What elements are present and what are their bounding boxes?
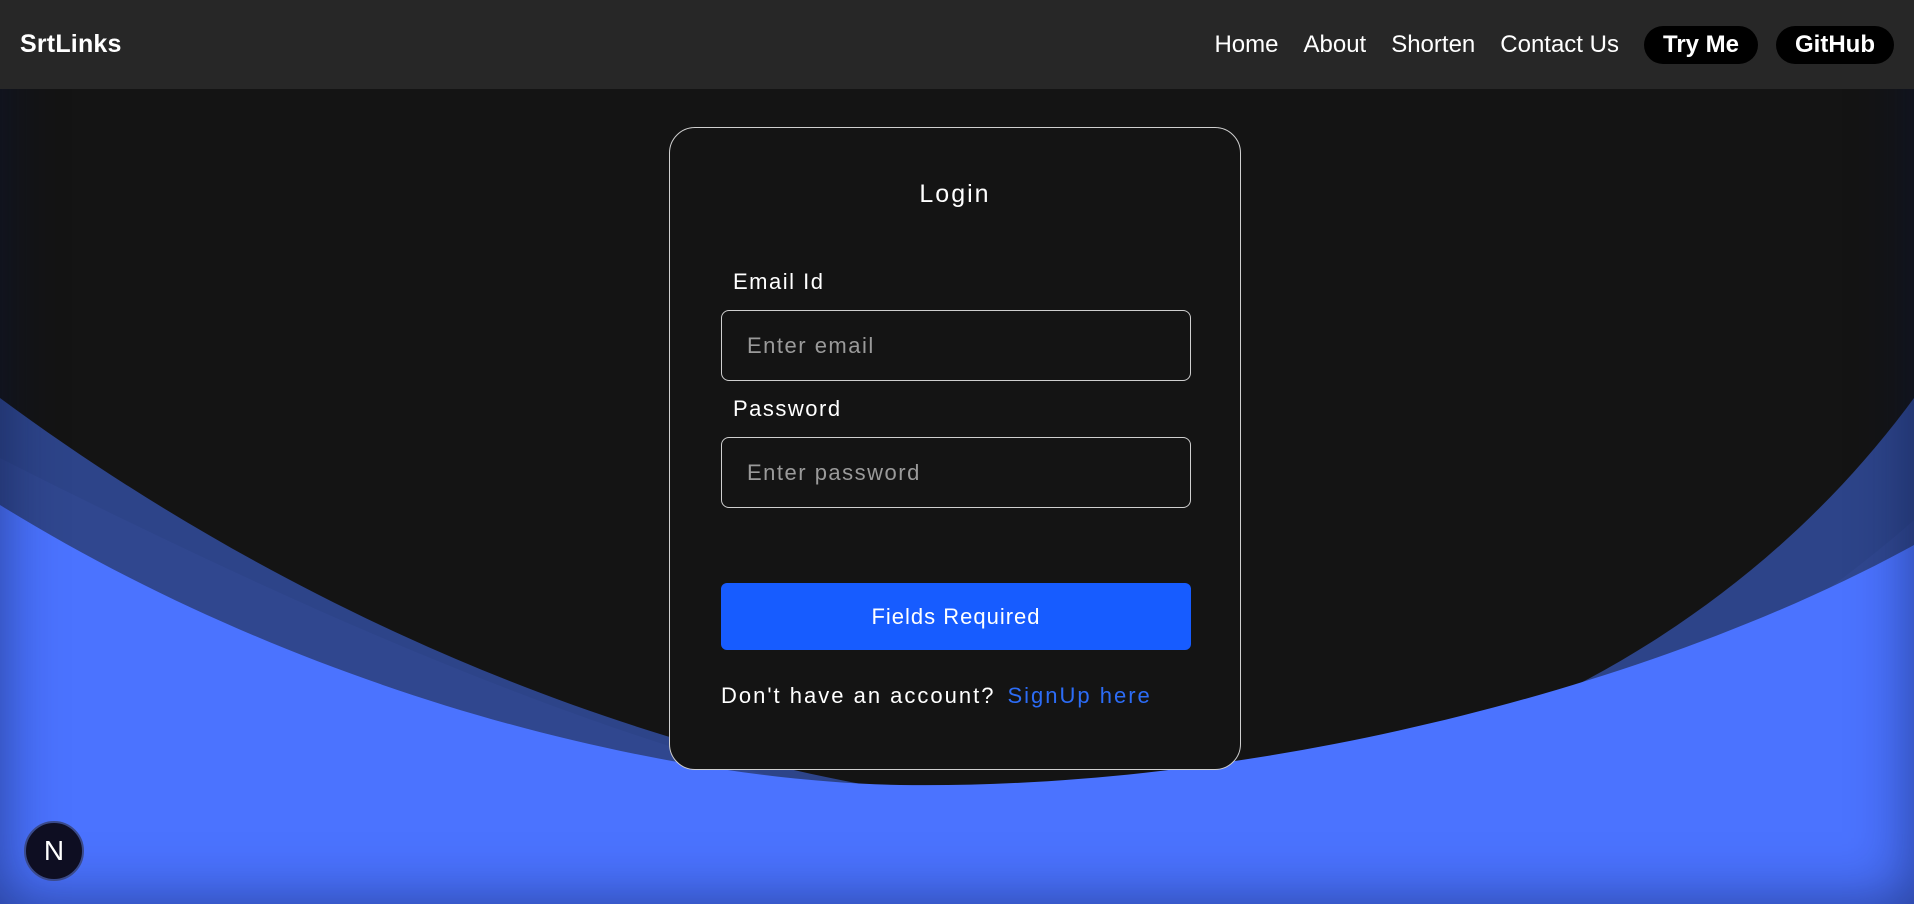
email-field[interactable] — [721, 310, 1191, 381]
password-field[interactable] — [721, 437, 1191, 508]
password-label: Password — [733, 396, 842, 421]
nav-link-about[interactable]: About — [1303, 31, 1366, 59]
signup-link[interactable]: SignUp here — [1007, 683, 1151, 708]
submit-button[interactable]: Fields Required — [721, 583, 1191, 650]
email-label: Email Id — [733, 269, 825, 294]
login-card: Login Email Id Password Fields Required … — [669, 127, 1241, 770]
signup-row: Don't have an account? SignUp here — [721, 683, 1201, 709]
github-button[interactable]: GitHub — [1776, 25, 1894, 64]
nav-link-shorten[interactable]: Shorten — [1391, 31, 1475, 59]
try-me-button[interactable]: Try Me — [1643, 25, 1759, 64]
page: SrtLinks Home About Shorten Contact Us T… — [0, 0, 1914, 904]
signup-prompt: Don't have an account? — [721, 683, 996, 708]
nav-link-home[interactable]: Home — [1214, 31, 1278, 59]
nextjs-logo-icon[interactable]: N — [24, 821, 84, 881]
badge-letter: N — [43, 835, 65, 866]
brand-logo[interactable]: SrtLinks — [20, 30, 122, 59]
top-navbar: SrtLinks Home About Shorten Contact Us T… — [0, 0, 1914, 89]
login-title: Login — [919, 180, 991, 208]
nav-link-contact[interactable]: Contact Us — [1500, 31, 1619, 59]
nav-links: Home About Shorten Contact Us Try Me Git… — [1189, 25, 1894, 64]
